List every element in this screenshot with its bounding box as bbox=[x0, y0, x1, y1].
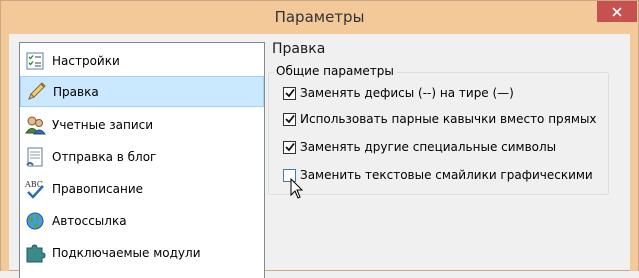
close-button[interactable] bbox=[597, 1, 637, 22]
checkmark-icon bbox=[284, 142, 295, 152]
close-icon bbox=[612, 6, 622, 17]
title-bar[interactable]: Параметры bbox=[1, 1, 638, 34]
checkbox-checked[interactable] bbox=[283, 112, 296, 126]
option-special-chars[interactable]: Заменять другие специальные символы bbox=[283, 139, 556, 155]
sidebar-item-spelling[interactable]: ABC Правописание bbox=[20, 173, 264, 204]
sidebar-item-label: Правка bbox=[53, 84, 99, 99]
mouse-cursor-icon bbox=[290, 178, 304, 199]
option-label: Заменять другие специальные символы bbox=[300, 140, 557, 154]
option-label: Использовать парные кавычки вместо прямы… bbox=[300, 112, 597, 126]
sidebar-item-label: Учетные записи bbox=[52, 117, 154, 132]
sidebar-item-plugins[interactable]: Подключаемые модули bbox=[20, 237, 264, 268]
window-frame-left bbox=[1, 34, 9, 271]
sidebar-item-label: Подключаемые модули bbox=[52, 245, 201, 260]
pencil-icon bbox=[25, 81, 47, 103]
sidebar-item-blog-post[interactable]: Отправка в блог bbox=[20, 141, 264, 172]
option-label: Заменить текстовые смайлики графическими bbox=[300, 168, 593, 182]
window-title: Параметры bbox=[274, 8, 365, 26]
users-icon bbox=[24, 114, 46, 136]
checkbox-checked[interactable] bbox=[283, 140, 296, 154]
sidebar-item-label: Автоссылка bbox=[52, 213, 127, 228]
sidebar-item-label: Отправка в блог bbox=[52, 149, 157, 164]
checkbox-checked[interactable] bbox=[283, 86, 296, 100]
option-smileys[interactable]: Заменить текстовые смайлики графическими bbox=[283, 167, 593, 183]
checkmark-icon bbox=[284, 114, 295, 124]
options-sidebar: Настройки Правка Учетные записи Отправка… bbox=[19, 42, 265, 278]
sidebar-item-edit[interactable]: Правка bbox=[20, 76, 264, 107]
blog-post-icon bbox=[24, 146, 46, 168]
option-label: Заменять дефисы (--) на тире (—) bbox=[300, 86, 514, 100]
group-label: Общие параметры bbox=[273, 64, 397, 78]
option-smart-quotes[interactable]: Использовать парные кавычки вместо прямы… bbox=[283, 111, 597, 127]
sidebar-item-autolink[interactable]: Автоссылка bbox=[20, 205, 264, 236]
settings-list-icon bbox=[24, 50, 46, 72]
spellcheck-icon: ABC bbox=[24, 178, 46, 200]
globe-link-icon bbox=[24, 210, 46, 232]
option-replace-hyphens[interactable]: Заменять дефисы (--) на тире (—) bbox=[283, 85, 514, 101]
sidebar-item-settings[interactable]: Настройки bbox=[20, 45, 264, 76]
section-title: Правка bbox=[272, 41, 326, 57]
sidebar-item-accounts[interactable]: Учетные записи bbox=[20, 109, 264, 140]
sidebar-item-label: Настройки bbox=[52, 53, 120, 68]
checkmark-icon bbox=[284, 88, 295, 98]
puzzle-plugin-icon bbox=[24, 242, 46, 264]
window-frame-right bbox=[630, 34, 638, 271]
sidebar-item-label: Правописание bbox=[52, 181, 144, 196]
